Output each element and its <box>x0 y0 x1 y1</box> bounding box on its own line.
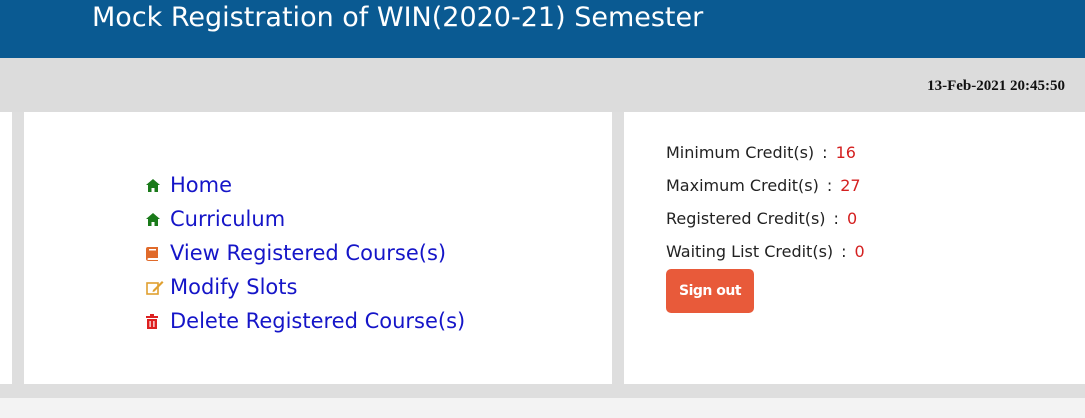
credit-separator: : <box>822 143 828 162</box>
footer-strip <box>0 398 1085 418</box>
home-icon <box>146 209 170 229</box>
home-icon <box>146 175 170 195</box>
credit-list: Minimum Credit(s) : 16 Maximum Credit(s)… <box>666 136 865 268</box>
nav-item-label[interactable]: View Registered Course(s) <box>170 241 446 265</box>
credit-separator: : <box>826 176 833 195</box>
nav-list: Home Curriculum View Registered Course(s… <box>146 168 465 338</box>
trash-icon <box>146 311 170 331</box>
credit-value: 16 <box>835 143 856 162</box>
credit-label: Registered Credit(s) <box>666 209 826 228</box>
registered-credits-row: Registered Credit(s) : 0 <box>666 202 865 235</box>
credit-value: 27 <box>840 176 861 195</box>
nav-item-delete-registered[interactable]: Delete Registered Course(s) <box>146 304 465 338</box>
nav-item-label[interactable]: Curriculum <box>170 207 285 231</box>
nav-item-label[interactable]: Modify Slots <box>170 275 297 299</box>
page-title: Mock Registration of WIN(2020-21) Semest… <box>92 2 704 33</box>
nav-item-view-registered[interactable]: View Registered Course(s) <box>146 236 465 270</box>
credit-separator: : <box>841 242 847 261</box>
left-panel-edge <box>0 112 12 384</box>
credit-label: Maximum Credit(s) <box>666 176 819 195</box>
waiting-list-credits-row: Waiting List Credit(s) : 0 <box>666 235 865 268</box>
header-bar: Mock Registration of WIN(2020-21) Semest… <box>0 0 1085 58</box>
minimum-credits-row: Minimum Credit(s) : 16 <box>666 136 865 169</box>
credit-panel: Minimum Credit(s) : 16 Maximum Credit(s)… <box>624 112 1085 384</box>
nav-item-label[interactable]: Delete Registered Course(s) <box>170 309 465 333</box>
nav-item-curriculum[interactable]: Curriculum <box>146 202 465 236</box>
credit-label: Minimum Credit(s) <box>666 143 815 162</box>
navigation-panel: Home Curriculum View Registered Course(s… <box>24 112 612 384</box>
nav-item-modify-slots[interactable]: Modify Slots <box>146 270 465 304</box>
date-bar: 13-Feb-2021 20:45:50 <box>0 58 1085 112</box>
nav-item-home[interactable]: Home <box>146 168 465 202</box>
maximum-credits-row: Maximum Credit(s) : 27 <box>666 169 865 202</box>
sign-out-button[interactable]: Sign out <box>666 269 754 313</box>
book-icon <box>146 243 170 263</box>
credit-value: 0 <box>854 242 865 261</box>
credit-value: 0 <box>846 209 858 228</box>
datetime-display: 13-Feb-2021 20:45:50 <box>927 78 1065 94</box>
nav-item-label[interactable]: Home <box>170 173 232 197</box>
credit-separator: : <box>833 209 839 228</box>
credit-label: Waiting List Credit(s) <box>666 242 834 261</box>
edit-icon <box>146 277 170 297</box>
